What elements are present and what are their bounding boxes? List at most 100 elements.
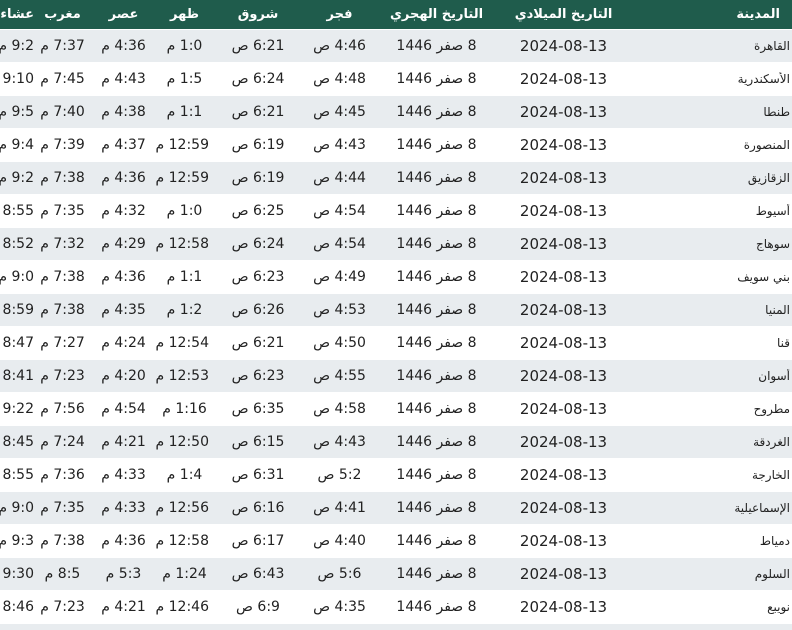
city-cell: السلوم [754,567,790,581]
asr-time-cell: 4:33 م [101,467,146,483]
city-cell: المنصورة [743,138,790,152]
dhuhr-time-cell: 1:24 م [162,566,207,582]
asr-time-cell: 5:3 م [105,566,142,582]
maghrib-time-cell: 7:27 م [40,335,85,351]
shuruq-time-cell: 6:21 ص [231,38,285,54]
hijri-date-cell: 8 صفر 1446 [396,203,477,219]
city-cell: مطروح [753,402,790,416]
asr-time-cell: 4:38 م [101,104,146,120]
shuruq-time-cell: 6:24 ص [231,236,285,252]
hijri-date-cell: 8 صفر 1446 [396,368,477,384]
gregorian-date-cell: 2024-08-13 [519,37,608,55]
asr-time-cell: 4:36 م [101,269,146,285]
isha-time-cell: 9:0 م [0,500,34,516]
shuruq-time-cell: 6:19 ص [231,137,285,153]
hijri-date-cell: 8 صفر 1446 [396,38,477,54]
fajr-time-cell: 4:54 ص [313,236,366,252]
maghrib-time-cell: 7:38 م [40,170,85,186]
isha-time-cell: 8:55 م [0,203,34,219]
header-fajr: فجر [326,7,353,22]
isha-time-cell: 8:45 م [0,434,34,450]
dhuhr-time-cell: 1:4 م [166,467,203,483]
gregorian-date-cell: 2024-08-13 [519,565,608,583]
city-cell: دمياط [759,534,790,548]
hijri-date-cell: 8 صفر 1446 [396,566,477,582]
dhuhr-time-cell: 1:0 م [166,203,203,219]
isha-time-cell: 8:47 م [0,335,34,351]
city-cell: القاهرة [754,39,790,53]
maghrib-time-cell: 7:38 م [40,302,85,318]
gregorian-date-cell: 2024-08-13 [519,103,608,121]
table-row: السلوم 2024-08-13 8 صفر 1446 5:6 ص 6:43 ص 1:2… [0,558,792,591]
fajr-time-cell: 4:40 ص [313,533,366,549]
maghrib-time-cell: 7:35 م [40,203,85,219]
city-cell: المنيا [765,303,790,317]
maghrib-time-cell: 7:23 م [40,599,85,615]
table-row: أسيوط 2024-08-13 8 صفر 1446 4:54 ص 6:25 ص 1:0… [0,195,792,228]
fajr-time-cell: 4:53 ص [313,302,366,318]
shuruq-time-cell: 6:15 ص [231,434,285,450]
city-cell: الزقازيق [747,171,790,185]
table-row: الإسماعيلية 2024-08-13 8 صفر 1446 4:41 ص 6:1… [0,492,792,525]
table-row: المنصورة 2024-08-13 8 صفر 1446 4:43 ص 6:19 ص… [0,129,792,162]
table-row: الغردقة 2024-08-13 8 صفر 1446 4:43 ص 6:15 ص 1… [0,426,792,459]
table-row: أسوان 2024-08-13 8 صفر 1446 4:55 ص 6:23 ص 12:… [0,360,792,393]
shuruq-time-cell: 6:43 ص [231,566,285,582]
gregorian-date-cell: 2024-08-13 [519,334,608,352]
fajr-time-cell: 4:41 ص [313,500,366,516]
hijri-date-cell: 8 صفر 1446 [396,71,477,87]
maghrib-time-cell: 7:40 م [40,104,85,120]
isha-time-cell: 9:2 م [0,170,34,186]
isha-time-cell: 9:0 م [0,269,34,285]
maghrib-time-cell: 7:35 م [40,500,85,516]
fajr-time-cell: 4:44 ص [313,170,366,186]
table-row: القاهرة 2024-08-13 8 صفر 1446 4:46 ص 6:21 ص 1… [0,30,792,63]
city-cell: الغردقة [753,435,790,449]
gregorian-date-cell: 2024-08-13 [519,268,608,286]
gregorian-date-cell: 2024-08-13 [519,499,608,517]
fajr-time-cell: 5:6 ص [317,566,362,582]
isha-time-cell: 9:5 م [0,104,34,120]
hijri-date-cell: 8 صفر 1446 [396,500,477,516]
hijri-date-cell: 8 صفر 1446 [396,137,477,153]
gregorian-date-cell: 2024-08-13 [519,367,608,385]
fajr-time-cell: 4:46 ص [313,38,366,54]
fajr-time-cell: 4:55 ص [313,368,366,384]
table-row: سوهاج 2024-08-13 8 صفر 1446 4:54 ص 6:24 ص 12:… [0,228,792,261]
header-hijri-date: التاريخ الهجري [389,7,484,22]
maghrib-time-cell: 7:23 م [40,368,85,384]
fajr-time-cell: 4:43 ص [313,137,366,153]
shuruq-time-cell: 6:17 ص [231,533,285,549]
prayer-times-table: المدينة التاريخ الميلادي التاريخ الهجري … [0,0,792,630]
city-cell: سوهاج [756,237,790,251]
dhuhr-time-cell: 1:1 م [166,269,203,285]
asr-time-cell: 4:21 م [101,434,146,450]
dhuhr-time-cell: 1:1 م [166,104,203,120]
fajr-time-cell: 4:48 ص [313,71,366,87]
table-header-row: المدينة التاريخ الميلادي التاريخ الهجري … [0,0,792,30]
hijri-date-cell: 8 صفر 1446 [396,401,477,417]
shuruq-time-cell: 6:23 ص [231,269,285,285]
hijri-date-cell: 8 صفر 1446 [396,236,477,252]
hijri-date-cell: 8 صفر 1446 [396,269,477,285]
hijri-date-cell: 8 صفر 1446 [396,467,477,483]
dhuhr-time-cell: 12:59 م [156,137,209,153]
table-row: بني سويف 2024-08-13 8 صفر 1446 4:49 ص 6:23 ص… [0,261,792,294]
city-cell: قنا [776,336,790,350]
asr-time-cell: 4:32 م [101,203,146,219]
hijri-date-cell: 8 صفر 1446 [396,599,477,615]
gregorian-date-cell: 2024-08-13 [519,400,608,418]
asr-time-cell: 4:37 م [101,137,146,153]
isha-time-cell: 9:30 م [0,566,34,582]
shuruq-time-cell: 6:21 ص [231,104,285,120]
dhuhr-time-cell: 12:50 م [156,434,209,450]
asr-time-cell: 4:36 م [101,533,146,549]
dhuhr-time-cell: 12:54 م [156,335,209,351]
table-row: المنيا 2024-08-13 8 صفر 1446 4:53 ص 6:26 ص 1:… [0,294,792,327]
table-row: دمياط 2024-08-13 8 صفر 1446 4:40 ص 6:17 ص 12:… [0,525,792,558]
isha-time-cell: 9:10 م [0,71,34,87]
asr-time-cell: 4:33 م [101,500,146,516]
fajr-time-cell: 4:54 ص [313,203,366,219]
table-row: نويبع 2024-08-13 8 صفر 1446 4:35 ص 6:9 ص 12:4… [0,591,792,624]
fajr-time-cell: 4:45 ص [313,104,366,120]
